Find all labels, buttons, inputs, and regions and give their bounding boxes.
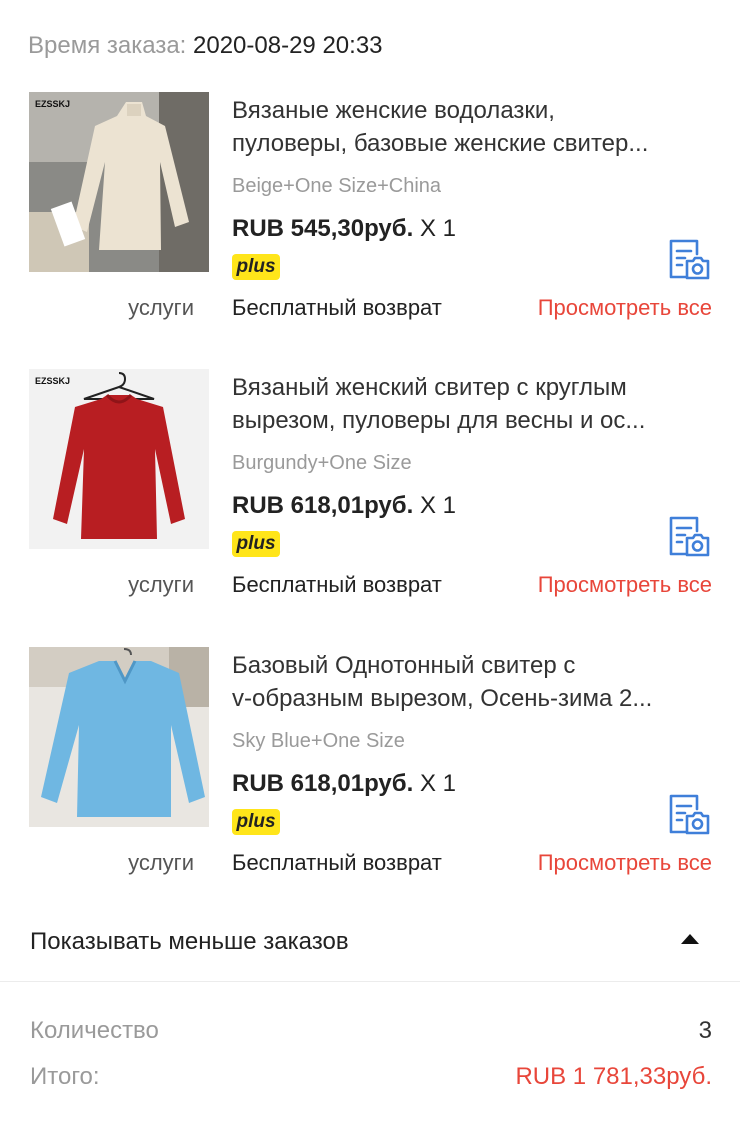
product-image[interactable] (29, 647, 209, 827)
plus-badge: plus (232, 254, 280, 280)
quantity-value: 3 (698, 1017, 712, 1044)
product-title[interactable]: Вязаный женский свитер с круглым вырезом… (232, 371, 722, 437)
product-variant: Burgundy+One Size (232, 452, 412, 474)
document-camera-icon[interactable] (666, 514, 712, 560)
price-quantity: X 1 (419, 215, 456, 242)
order-time: Время заказа: 2020-08-29 20:33 (28, 30, 383, 62)
image-brand-text: EZSSKJ (35, 99, 70, 109)
services-row: услуги Бесплатный возврат Просмотреть вс… (0, 292, 740, 324)
show-fewer-orders-toggle[interactable]: Показывать меньше заказов (0, 920, 740, 964)
services-row: услуги Бесплатный возврат Просмотреть вс… (0, 569, 740, 601)
order-time-value: 2020-08-29 20:33 (193, 32, 383, 59)
product-title[interactable]: Базовый Однотонный свитер с v-образным в… (232, 649, 722, 715)
view-all-link[interactable]: Просмотреть все (538, 569, 712, 601)
services-row: услуги Бесплатный возврат Просмотреть вс… (0, 847, 740, 879)
document-camera-icon[interactable] (666, 237, 712, 283)
price-quantity: X 1 (419, 770, 456, 797)
product-image[interactable]: EZSSKJ (29, 369, 209, 549)
product-variant: Beige+One Size+China (232, 175, 442, 197)
total-label: Итого: (30, 1063, 100, 1090)
price-quantity: X 1 (419, 492, 456, 519)
services-value: Бесплатный возврат (232, 572, 442, 597)
caret-up-icon (681, 934, 699, 944)
image-brand-text: EZSSKJ (35, 376, 70, 386)
product-image[interactable]: EZSSKJ (29, 92, 209, 272)
order-time-label: Время заказа: (28, 32, 187, 59)
product-item[interactable]: EZSSKJ Вязаный женский свитер с круглым … (0, 369, 740, 619)
price-amount: RUB 545,30руб. (232, 215, 414, 242)
product-title[interactable]: Вязаные женские водолазки, пуловеры, баз… (232, 94, 722, 160)
product-item[interactable]: EZSSKJ Вязаные женские водолазки, пулове… (0, 92, 740, 342)
plus-badge: plus (232, 809, 280, 835)
quantity-row: Количество 3 (0, 1014, 740, 1048)
toggle-label: Показывать меньше заказов (30, 928, 349, 955)
services-value: Бесплатный возврат (232, 850, 442, 875)
divider (0, 981, 740, 982)
plus-badge: plus (232, 531, 280, 557)
product-item[interactable]: Базовый Однотонный свитер с v-образным в… (0, 647, 740, 897)
services-label: услуги (128, 850, 194, 875)
total-row: Итого: RUB 1 781,33руб. (0, 1060, 740, 1094)
product-variant: Sky Blue+One Size (232, 730, 405, 752)
document-camera-icon[interactable] (666, 792, 712, 838)
product-price: RUB 618,01руб. X 1 (232, 489, 456, 523)
services-value: Бесплатный возврат (232, 295, 442, 320)
price-amount: RUB 618,01руб. (232, 492, 414, 519)
quantity-label: Количество (30, 1017, 159, 1044)
product-price: RUB 618,01руб. X 1 (232, 767, 456, 801)
services-label: услуги (128, 295, 194, 320)
total-value: RUB 1 781,33руб. (515, 1063, 712, 1090)
services-label: услуги (128, 572, 194, 597)
view-all-link[interactable]: Просмотреть все (538, 292, 712, 324)
price-amount: RUB 618,01руб. (232, 770, 414, 797)
view-all-link[interactable]: Просмотреть все (538, 847, 712, 879)
product-price: RUB 545,30руб. X 1 (232, 212, 456, 246)
